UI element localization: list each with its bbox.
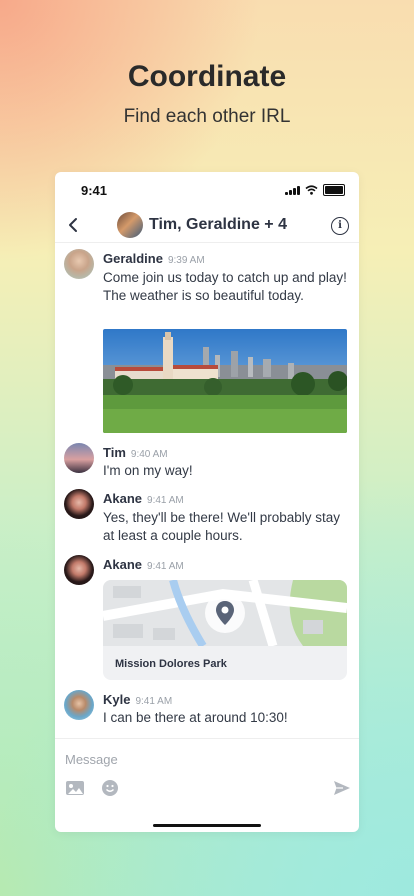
sender-name: Kyle 9:41 AM (103, 692, 173, 707)
timestamp: 9:41 AM (147, 561, 184, 572)
phone-screen: 9:41 Tim, Geraldine + 4 i Geraldine 9:39 … (55, 172, 359, 832)
location-name: Mission Dolores Park (115, 658, 227, 670)
group-avatar[interactable] (117, 212, 143, 238)
wifi-icon (305, 185, 318, 195)
message-text: Come join us today to catch up and play!… (103, 270, 347, 303)
status-icons (285, 184, 345, 196)
emoji-icon[interactable] (101, 779, 119, 797)
message-text: I'm on my way! (103, 463, 193, 478)
timestamp: 9:41 AM (147, 495, 184, 506)
battery-icon (323, 184, 345, 196)
timestamp: 9:40 AM (130, 449, 168, 460)
avatar[interactable] (64, 690, 94, 720)
timestamp: 9:39 AM (167, 255, 205, 266)
message-input[interactable]: Message (65, 752, 118, 767)
status-bar: 9:41 (55, 172, 359, 208)
sender-name: Akane 9:41 AM (103, 557, 184, 572)
shared-photo[interactable] (103, 329, 347, 433)
location-pin-icon (216, 601, 234, 625)
image-icon[interactable] (65, 779, 85, 797)
signal-icon (285, 185, 300, 195)
location-card[interactable]: Mission Dolores Park (103, 580, 347, 680)
promo-title: Coordinate (127, 60, 287, 93)
message-text: I can be there at around 10:30! (103, 710, 288, 725)
sender-name: Geraldine 9:39 AM (103, 251, 205, 266)
chat-header: Tim, Geraldine + 4 i (55, 208, 359, 243)
message-composer: Message (55, 738, 359, 832)
home-indicator (153, 824, 261, 827)
status-time: 9:41 (81, 183, 108, 198)
chevron-left-icon[interactable] (63, 214, 85, 236)
promo-subtitle: Find each other IRL (123, 106, 291, 127)
avatar[interactable] (64, 489, 94, 519)
sender-name: Tim 9:40 AM (103, 445, 168, 460)
avatar[interactable] (64, 443, 94, 473)
message-text: Yes, they'll be there! We'll probably st… (103, 510, 341, 543)
send-icon[interactable] (333, 779, 351, 797)
sender-name: Akane 9:41 AM (103, 491, 184, 506)
avatar[interactable] (64, 249, 94, 279)
timestamp: 9:41 AM (135, 696, 173, 707)
avatar[interactable] (64, 555, 94, 585)
chat-title[interactable]: Tim, Geraldine + 4 (149, 216, 287, 234)
info-icon[interactable]: i (331, 217, 349, 235)
